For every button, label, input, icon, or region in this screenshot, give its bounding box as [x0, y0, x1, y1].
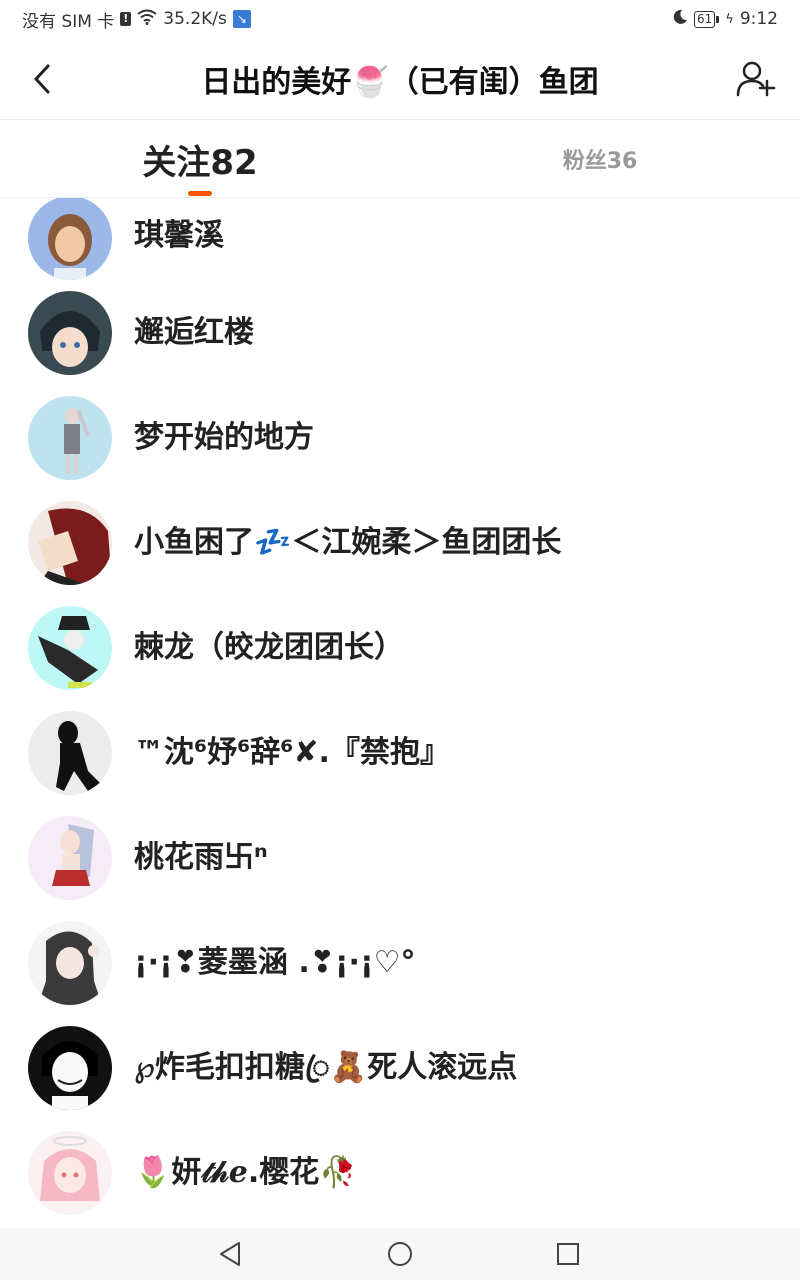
tab-active-indicator: [188, 191, 212, 196]
network-speed: 35.2K/s: [163, 9, 227, 29]
user-name: 邂逅红楼: [134, 315, 254, 350]
list-item[interactable]: ¡·¡❣菱墨涵 .❣¡·¡♡°: [0, 921, 800, 1026]
user-name: 梦开始的地方: [134, 420, 314, 455]
avatar[interactable]: [28, 1131, 112, 1215]
tab-fans[interactable]: 粉丝36: [500, 120, 700, 198]
nav-recent-button[interactable]: [551, 1237, 585, 1271]
wifi-icon: [137, 9, 157, 29]
status-left: 没有 SIM 卡 ! 35.2K/s ↘: [22, 7, 251, 32]
avatar[interactable]: [28, 1026, 112, 1110]
list-item[interactable]: 邂逅红楼: [0, 291, 800, 396]
user-name: 桃花雨卐ⁿ: [134, 840, 268, 875]
square-recent-icon: [557, 1243, 579, 1265]
moon-icon: [672, 9, 688, 29]
user-name: ¡·¡❣菱墨涵 .❣¡·¡♡°: [134, 945, 416, 980]
following-list: 琪馨溪 邂逅红楼 梦开始的地方 小鱼困了💤＜江婉柔＞鱼团团长 棘龙（皎龙团团长）…: [0, 198, 800, 1228]
back-arrow-icon: [34, 64, 50, 94]
download-notification-icon: ↘: [232, 10, 251, 28]
tab-fans-label: 粉丝36: [562, 149, 638, 174]
battery-level: 61: [696, 11, 713, 26]
list-item[interactable]: 棘龙（皎龙团团长）: [0, 606, 800, 711]
list-item[interactable]: 🌷妍𝓉𝒽ℯ.樱花🥀: [0, 1131, 800, 1228]
user-name: 🌷妍𝓉𝒽ℯ.樱花🥀: [134, 1155, 357, 1190]
add-user-button[interactable]: [734, 56, 778, 102]
carrier-text: 没有 SIM 卡: [22, 11, 115, 32]
avatar[interactable]: [28, 816, 112, 900]
battery-icon: 61: [693, 10, 720, 28]
sim-alert-icon: !: [120, 12, 132, 26]
nav-home-button[interactable]: [383, 1237, 417, 1271]
charging-icon: ϟ: [725, 11, 734, 27]
list-item[interactable]: 梦开始的地方: [0, 396, 800, 501]
nav-back-button[interactable]: [213, 1237, 247, 1271]
list-item[interactable]: 桃花雨卐ⁿ: [0, 816, 800, 921]
back-button[interactable]: [22, 56, 62, 102]
avatar[interactable]: [28, 711, 112, 795]
list-item[interactable]: 小鱼困了💤＜江婉柔＞鱼团团长: [0, 501, 800, 606]
tab-following-label: 关注82: [142, 142, 258, 183]
avatar[interactable]: [28, 921, 112, 1005]
triangle-back-icon: [220, 1242, 240, 1266]
status-right: 61 ϟ 9:12: [672, 9, 778, 29]
page-header: 日出的美好🍧（已有闺）鱼团: [0, 38, 800, 120]
tab-bar: 关注82 粉丝36: [0, 120, 800, 198]
list-item[interactable]: 琪馨溪: [0, 198, 800, 291]
circle-home-icon: [388, 1242, 412, 1266]
user-name: 小鱼困了💤＜江婉柔＞鱼团团长: [134, 525, 562, 560]
clock: 9:12: [739, 9, 778, 29]
list-item[interactable]: ℘炸毛扣扣糖ꦿ🧸死人滚远点: [0, 1026, 800, 1131]
avatar[interactable]: [28, 396, 112, 480]
page-title: 日出的美好🍧（已有闺）鱼团: [201, 64, 599, 100]
user-name: ℘炸毛扣扣糖ꦿ🧸死人滚远点: [134, 1050, 518, 1085]
system-nav-bar: [0, 1228, 800, 1280]
tab-following[interactable]: 关注82: [100, 120, 300, 198]
list-item[interactable]: ™沈⁶妤⁶辞⁶✘.『禁抱』: [0, 711, 800, 816]
user-name: 琪馨溪: [134, 218, 224, 253]
avatar[interactable]: [28, 291, 112, 375]
user-name: ™沈⁶妤⁶辞⁶✘.『禁抱』: [134, 735, 450, 770]
add-user-icon: [736, 61, 776, 97]
avatar[interactable]: [28, 198, 112, 280]
avatar[interactable]: [28, 606, 112, 690]
user-name: 棘龙（皎龙团团长）: [134, 630, 404, 665]
status-bar: 没有 SIM 卡 ! 35.2K/s ↘ 61 ϟ 9:12: [0, 0, 800, 38]
avatar[interactable]: [28, 501, 112, 585]
